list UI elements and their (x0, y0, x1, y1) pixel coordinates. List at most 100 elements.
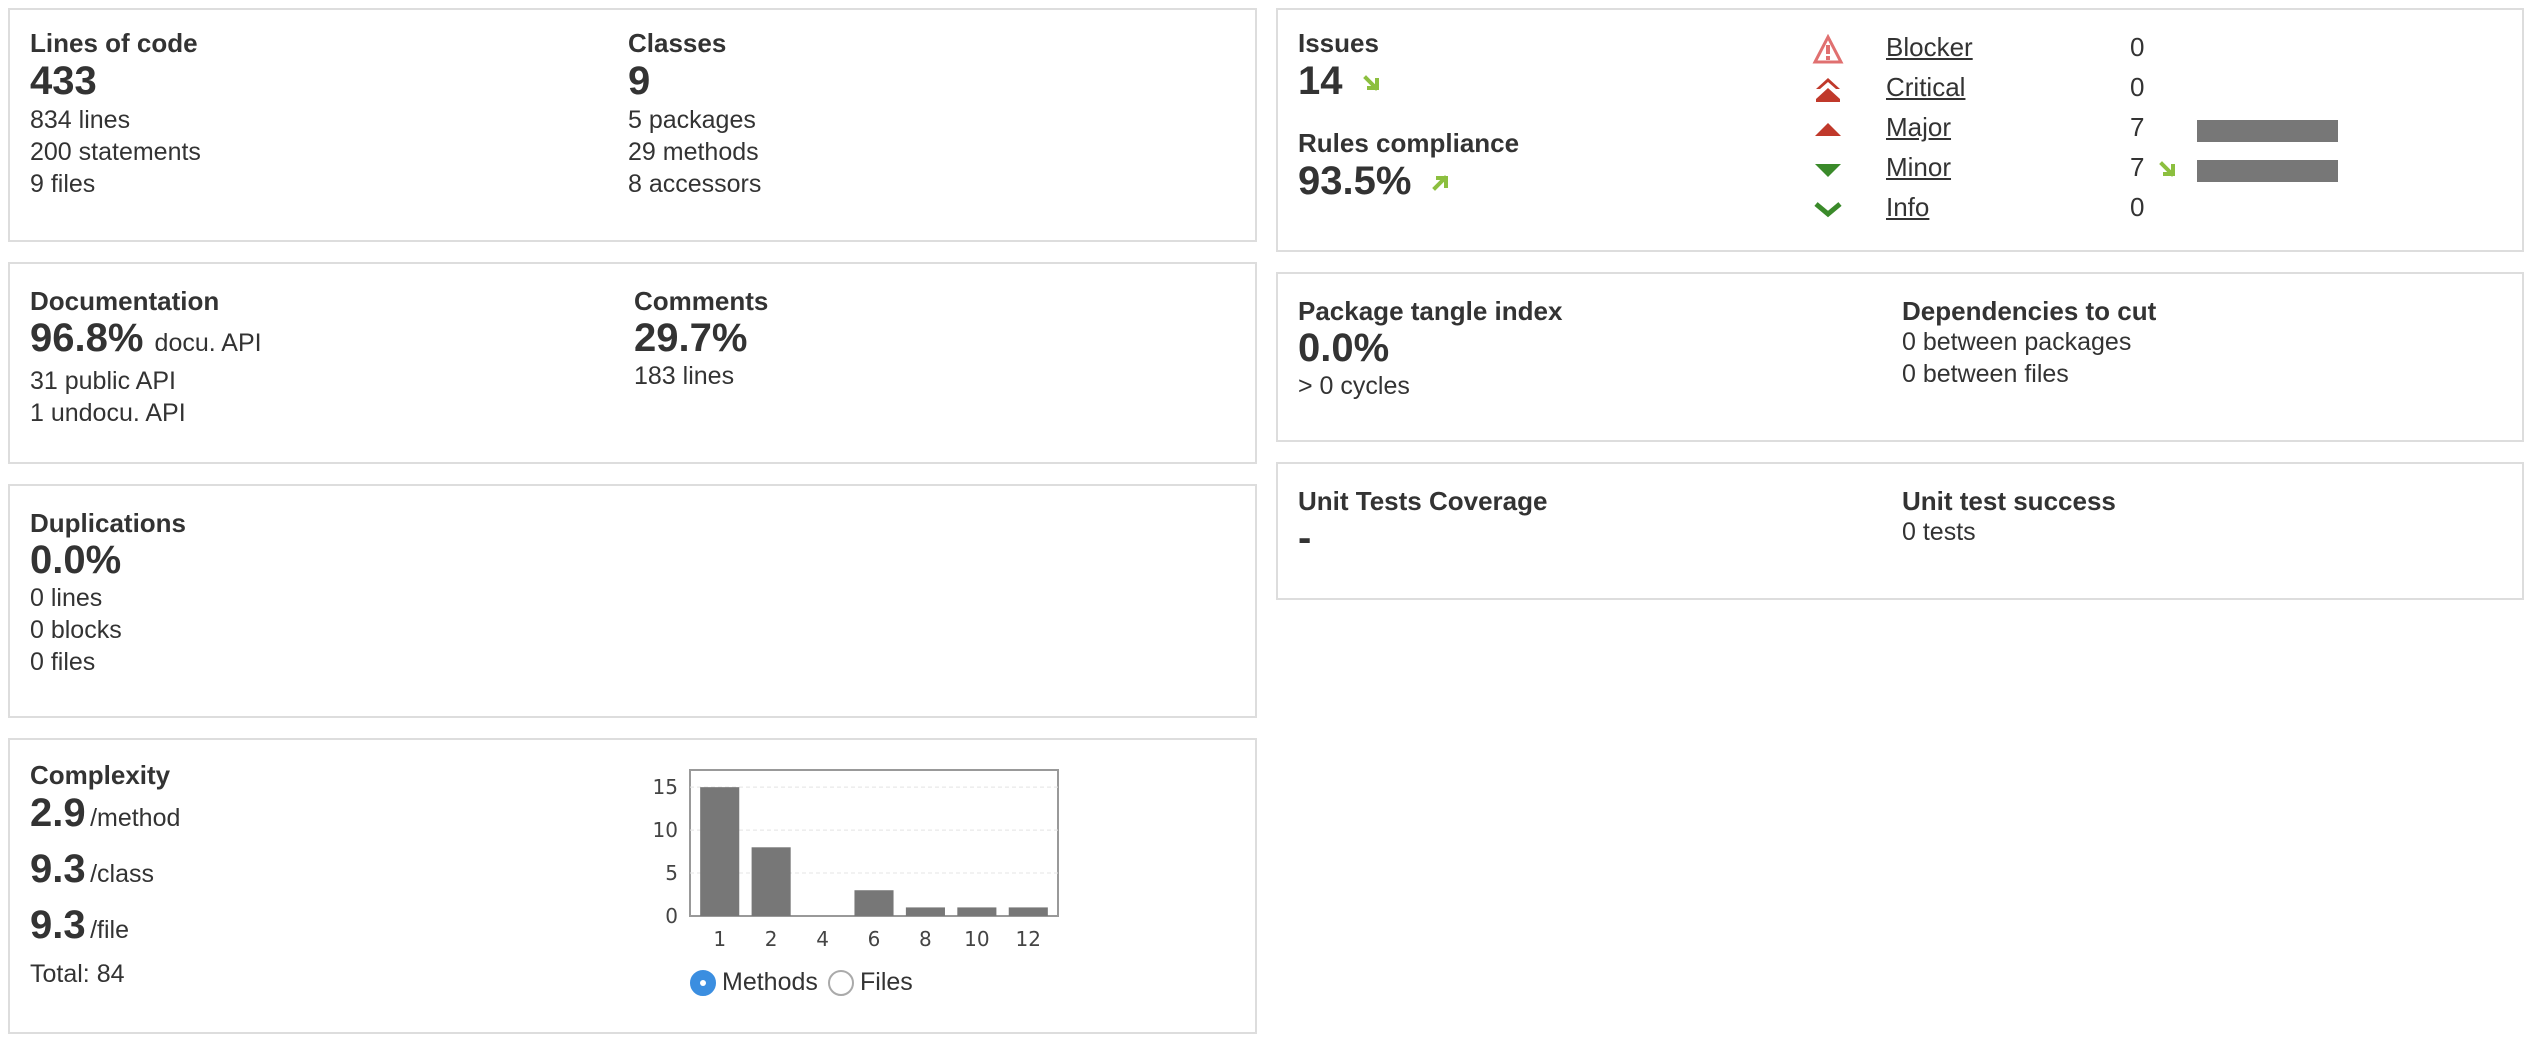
severity-count-major: 7 (2130, 112, 2145, 142)
rules-compliance-value[interactable]: 93.5% (1298, 159, 1411, 203)
public-api-count[interactable]: 31 public API (30, 365, 262, 397)
severity-link-info[interactable]: Info (1886, 192, 1929, 223)
issues-trend-down-icon (1362, 75, 1379, 92)
documentation-block: Documentation 96.8% docu. API 31 public … (30, 286, 262, 429)
chart-bar-8[interactable] (905, 907, 945, 916)
severity-row-blocker: Blocker 0 (1812, 30, 2432, 70)
rules-compliance-value-row: 93.5% (1298, 158, 1519, 204)
chart-ytick-label: 15 (653, 775, 678, 799)
complexity-total[interactable]: Total: 84 (30, 958, 180, 990)
accessors-count[interactable]: 8 accessors (628, 168, 761, 200)
complexity-per-file-unit: /file (90, 916, 129, 944)
complexity-per-class-value[interactable]: 9.3 (30, 847, 86, 891)
dependencies-block: Dependencies to cut 0 between packages 0… (1902, 296, 2156, 390)
tangle-value[interactable]: 0.0% (1298, 326, 1562, 370)
chart-xtick-label: 1 (713, 927, 726, 951)
chart-bar-2[interactable] (751, 847, 791, 916)
test-success-title: Unit test success (1902, 486, 2116, 516)
coverage-block: Unit Tests Coverage - (1298, 486, 1547, 560)
documentation-unit: docu. API (154, 329, 262, 357)
lines-of-code-block: Lines of code 433 834 lines 200 statemen… (30, 28, 201, 200)
documentation-value[interactable]: 96.8% (30, 316, 143, 360)
duplications-title: Duplications (30, 508, 187, 538)
severity-link-blocker[interactable]: Blocker (1886, 32, 1973, 63)
methods-label[interactable]: Methods (722, 968, 818, 997)
duplications-widget: Duplications 0.0% 0 lines 0 blocks 0 fil… (8, 484, 1257, 718)
complexity-per-method-unit: /method (90, 804, 181, 832)
severity-row-info: Info 0 (1812, 190, 2432, 230)
tests-count[interactable]: 0 tests (1902, 516, 2116, 548)
classes-value[interactable]: 9 (628, 58, 761, 104)
chart-bar-10[interactable] (957, 907, 997, 916)
complexity-per-class-unit: /class (90, 860, 154, 888)
rules-trend-up-icon (1431, 175, 1448, 192)
severity-link-minor[interactable]: Minor (1886, 152, 1951, 183)
severity-link-major[interactable]: Major (1886, 112, 1951, 143)
comments-block: Comments 29.7% 183 lines (634, 286, 768, 392)
chart-bar-12[interactable] (1008, 907, 1048, 916)
coverage-value[interactable]: - (1298, 516, 1547, 560)
severity-count-info: 0 (2130, 192, 2145, 222)
tests-widget: Unit Tests Coverage - Unit test success … (1276, 462, 2524, 600)
methods-radio[interactable] (690, 969, 716, 996)
lines-of-code-value[interactable]: 433 (30, 58, 201, 104)
issues-title: Issues (1298, 28, 1379, 58)
files-count[interactable]: 9 files (30, 168, 201, 200)
severity-list: Blocker 0 Critical 0 Major 7 Minor 7 Inf… (1812, 30, 2432, 240)
chart-xtick-label: 6 (868, 927, 881, 951)
chart-xtick-label: 4 (816, 927, 829, 951)
chart-bar-6[interactable] (854, 890, 894, 916)
complexity-per-class: 9.3 /class (30, 846, 180, 902)
complexity-per-method-value[interactable]: 2.9 (30, 791, 86, 835)
documentation-value-row: 96.8% docu. API (30, 316, 262, 365)
documentation-title: Documentation (30, 286, 220, 316)
chart-xtick-label: 2 (765, 927, 778, 951)
file-dependencies[interactable]: 0 between files (1902, 358, 2156, 390)
severity-count-critical: 0 (2130, 72, 2145, 102)
statements-count[interactable]: 200 statements (30, 136, 201, 168)
size-widget: Lines of code 433 834 lines 200 statemen… (8, 8, 1257, 242)
complexity-title: Complexity (30, 760, 171, 790)
chart-xtick-label: 10 (964, 927, 989, 951)
major-icon (1815, 123, 1841, 136)
cycles-count[interactable]: > 0 cycles (1298, 370, 1562, 402)
duplicated-files[interactable]: 0 files (30, 646, 186, 678)
severity-count-blocker: 0 (2130, 32, 2145, 62)
dependencies-title: Dependencies to cut (1902, 296, 2157, 326)
duplications-value[interactable]: 0.0% (30, 538, 186, 582)
package-dependencies[interactable]: 0 between packages (1902, 326, 2156, 358)
methods-count[interactable]: 29 methods (628, 136, 761, 168)
duplicated-lines[interactable]: 0 lines (30, 582, 186, 614)
chart-ytick-label: 5 (665, 861, 678, 885)
info-icon (1814, 202, 1842, 218)
comment-lines-count[interactable]: 183 lines (634, 360, 768, 392)
files-label[interactable]: Files (860, 968, 913, 997)
issues-value[interactable]: 14 (1298, 59, 1343, 103)
test-success-block: Unit test success 0 tests (1902, 486, 2116, 548)
rules-compliance-title: Rules compliance (1298, 128, 1520, 158)
complexity-per-file-value[interactable]: 9.3 (30, 903, 86, 947)
files-toggle[interactable]: Files (828, 968, 913, 997)
comments-value[interactable]: 29.7% (634, 316, 768, 360)
undocumented-api-count[interactable]: 1 undocu. API (30, 397, 262, 429)
critical-icon (1816, 78, 1840, 102)
methods-toggle[interactable]: Methods (690, 968, 818, 997)
comments-title: Comments (634, 286, 769, 316)
complexity-per-file: 9.3 /file (30, 902, 180, 958)
chart-bar-1[interactable] (700, 787, 740, 916)
duplicated-blocks[interactable]: 0 blocks (30, 614, 186, 646)
severity-count-minor: 7 (2130, 152, 2145, 182)
packages-count[interactable]: 5 packages (628, 104, 761, 136)
duplications-block: Duplications 0.0% 0 lines 0 blocks 0 fil… (30, 508, 186, 678)
severity-link-critical[interactable]: Critical (1886, 72, 1965, 103)
complexity-distribution-chart: 051015 1 2 4 6 8 10 12 (653, 769, 1059, 951)
lines-of-code-title: Lines of code (30, 28, 198, 58)
severity-row-minor: Minor 7 (1812, 150, 2432, 190)
minor-icon (1815, 164, 1841, 177)
lines-count[interactable]: 834 lines (30, 104, 201, 136)
severity-bar-minor (2197, 160, 2338, 182)
files-radio[interactable] (828, 969, 854, 996)
chart-ytick-label: 10 (653, 818, 678, 842)
rules-compliance-block: Rules compliance 93.5% (1298, 128, 1519, 204)
chart-xtick-label: 8 (919, 927, 932, 951)
